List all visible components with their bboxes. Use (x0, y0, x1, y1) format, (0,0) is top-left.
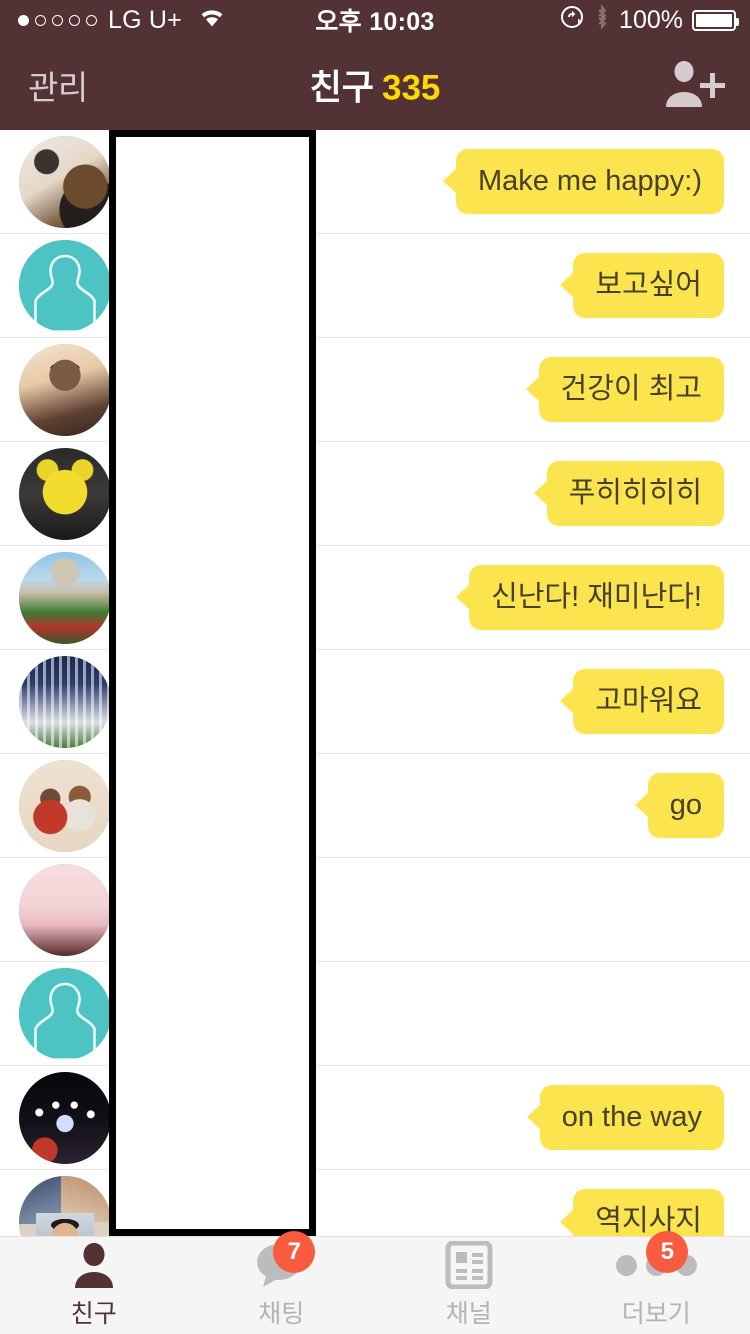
default-avatar-silhouette (19, 967, 111, 1060)
status-message-bubble[interactable]: 보고싶어 (573, 252, 724, 319)
avatar-photo-photo-woman-with-dog[interactable] (19, 135, 111, 228)
person-icon (58, 1241, 130, 1289)
avatar-photo-photo-yellow-bear-toy[interactable] (19, 447, 111, 540)
avatar-photo-photo-cathedral-travel[interactable] (19, 551, 111, 644)
battery-icon (692, 9, 739, 31)
status-message-text: 역지사지 (573, 1189, 724, 1236)
tab-chats-label: 채팅 (258, 1300, 305, 1328)
status-message-text: on the way (539, 1084, 724, 1151)
status-message-text: Make me happy:) (455, 148, 724, 215)
tab-more[interactable]: 5 더보기 (563, 1231, 750, 1334)
tab-more-label: 더보기 (621, 1300, 691, 1328)
status-message-bubble[interactable]: 건강이 최고 (538, 356, 724, 423)
tab-chats[interactable]: 7 채팅 (188, 1231, 376, 1334)
redaction-overlay (109, 130, 316, 1236)
tab-friends-label: 친구 (70, 1300, 117, 1328)
default-avatar-silhouette (19, 239, 111, 332)
chat-badge: 7 (273, 1231, 316, 1273)
nav-header: 관리 친구 335 (0, 40, 750, 130)
avatar-photo-photo-baseball-team[interactable] (19, 655, 111, 748)
tab-channel-label: 채널 (445, 1300, 492, 1328)
status-message-bubble[interactable]: 신난다! 재미난다! (469, 564, 724, 631)
status-bar-right: 100% (559, 3, 750, 37)
add-friend-button[interactable] (660, 59, 726, 111)
rotation-lock-icon (559, 4, 585, 37)
page-title: 친구 335 (0, 60, 750, 111)
tab-channel[interactable]: 채널 (375, 1237, 563, 1334)
status-bar: LG U+ 오후 10:03 100% (0, 0, 750, 40)
bluetooth-icon (594, 3, 610, 37)
status-message-bubble[interactable]: go (647, 772, 724, 839)
status-message-bubble[interactable]: Make me happy:) (455, 148, 724, 215)
avatar-photo-photo-collage-person[interactable] (19, 1176, 111, 1236)
status-message-bubble[interactable]: on the way (539, 1084, 724, 1151)
avatar-photo-photo-couple-illustration[interactable] (19, 759, 111, 852)
add-friend-icon (666, 61, 725, 107)
avatar-photo-photo-night-street-lights[interactable] (19, 1071, 111, 1164)
status-message-text: go (647, 772, 724, 839)
channel-icon (433, 1241, 505, 1289)
status-message-text: 신난다! 재미난다! (469, 564, 724, 631)
status-message-bubble[interactable]: 역지사지 (573, 1189, 724, 1236)
status-message-bubble[interactable]: 푸히히히히 (546, 460, 724, 527)
status-message-text: 푸히히히히 (546, 460, 724, 527)
avatar-default-default-silhouette[interactable] (19, 239, 111, 332)
more-dots-icon: 5 (615, 1231, 697, 1289)
tab-bar[interactable]: 친구 7 채팅 채널 5 더보기 (0, 1231, 750, 1334)
status-message-bubble[interactable]: 고마워요 (573, 668, 724, 735)
tab-friends[interactable]: 친구 (0, 1237, 188, 1334)
avatar-default-default-silhouette[interactable] (19, 967, 111, 1060)
more-badge: 5 (646, 1231, 689, 1273)
status-message-text: 건강이 최고 (538, 356, 724, 423)
battery-percent-label: 100% (619, 5, 683, 34)
avatar-photo-photo-pink-room[interactable] (19, 863, 111, 956)
status-message-text: 보고싶어 (573, 252, 724, 319)
page-title-label: 친구 (309, 68, 374, 108)
status-message-text: 고마워요 (573, 668, 724, 735)
avatar-photo-photo-man-glasses[interactable] (19, 343, 111, 436)
friend-count-label: 335 (382, 68, 441, 108)
chat-bubble-icon: 7 (245, 1231, 317, 1289)
